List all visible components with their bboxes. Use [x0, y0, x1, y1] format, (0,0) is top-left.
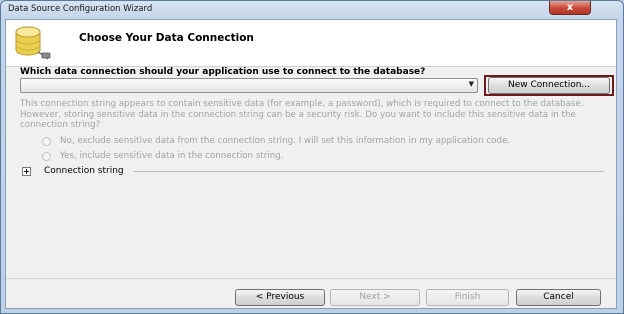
exclude-sensitive-radio[interactable]: [42, 137, 51, 146]
connection-dropdown[interactable]: ▼: [20, 78, 478, 93]
connection-string-divider: [134, 171, 604, 172]
wizard-header: Choose Your Data Connection: [6, 20, 616, 67]
cancel-button[interactable]: Cancel: [516, 289, 601, 306]
connection-question: Which data connection should your applic…: [20, 67, 426, 77]
wizard-client-area: Choose Your Data Connection Which data c…: [5, 19, 617, 309]
sensitive-data-info: This connection string appears to contai…: [20, 99, 584, 130]
connection-string-label: Connection string: [44, 166, 124, 176]
close-button[interactable]: x: [549, 1, 591, 15]
exclude-sensitive-label: No, exclude sensitive data from the conn…: [60, 136, 511, 146]
include-sensitive-label: Yes, include sensitive data in the conne…: [60, 151, 284, 161]
connection-string-expander[interactable]: +: [22, 167, 31, 176]
previous-button[interactable]: < Previous: [235, 289, 325, 306]
page-title: Choose Your Data Connection: [79, 32, 254, 44]
include-sensitive-radio[interactable]: [42, 152, 51, 161]
new-connection-highlight: New Connection...: [484, 75, 614, 96]
footer-divider: [6, 278, 616, 279]
chevron-down-icon[interactable]: ▼: [469, 80, 474, 88]
finish-button[interactable]: Finish: [426, 289, 509, 306]
window-title: Data Source Configuration Wizard: [8, 4, 153, 14]
new-connection-button[interactable]: New Connection...: [488, 77, 610, 94]
wizard-window: Data Source Configuration Wizard x Choos…: [0, 0, 624, 314]
close-icon: x: [566, 2, 574, 13]
database-icon: [15, 26, 51, 60]
next-button[interactable]: Next >: [330, 289, 420, 306]
title-bar[interactable]: Data Source Configuration Wizard x: [1, 1, 623, 18]
